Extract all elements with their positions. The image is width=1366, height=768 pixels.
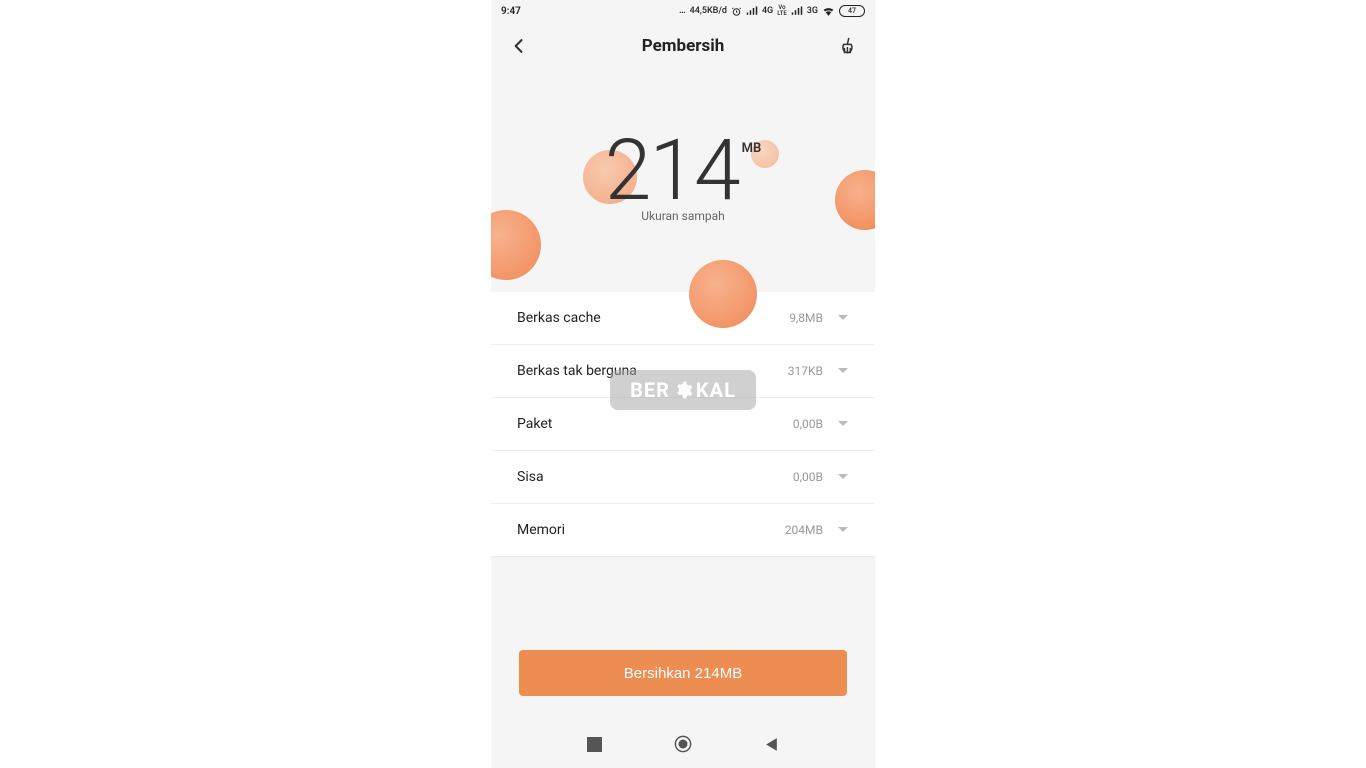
chevron-down-icon xyxy=(837,525,849,535)
junk-size-label: Ukuran sampah xyxy=(641,209,725,223)
row-cache[interactable]: Berkas cache 9,8MB xyxy=(491,292,875,345)
row-size: 0,00B xyxy=(793,417,823,431)
more-icon xyxy=(679,6,686,16)
page-title: Pembersih xyxy=(642,36,724,56)
signal-3g-icon xyxy=(791,6,803,16)
row-packages[interactable]: Paket 0,00B xyxy=(491,398,875,451)
row-label: Memori xyxy=(517,522,785,538)
back-button[interactable] xyxy=(509,36,529,56)
action-area: Bersihkan 214MB xyxy=(491,650,875,696)
row-label: Berkas tak berguna xyxy=(517,363,788,379)
decor-bubble xyxy=(491,210,541,280)
system-navbar xyxy=(491,720,875,768)
row-obsolete[interactable]: Berkas tak berguna 317KB xyxy=(491,345,875,398)
decor-bubble xyxy=(835,170,875,230)
status-data-rate: 44,5KB/d xyxy=(690,6,727,16)
signal-4g-icon xyxy=(746,6,758,16)
chevron-down-icon xyxy=(837,313,849,323)
chevron-down-icon xyxy=(837,472,849,482)
row-residual[interactable]: Sisa 0,00B xyxy=(491,451,875,504)
row-size: 0,00B xyxy=(793,470,823,484)
titlebar: Pembersih xyxy=(491,22,875,70)
row-label: Sisa xyxy=(517,469,793,485)
status-time: 9:47 xyxy=(501,6,521,17)
back-nav-button[interactable] xyxy=(764,737,779,752)
status-indicators: 44,5KB/d 4G VoLTE 3G 47 xyxy=(679,5,865,17)
chevron-down-icon xyxy=(837,366,849,376)
clean-button[interactable]: Bersihkan 214MB xyxy=(519,650,847,696)
hero: 214 MB Ukuran sampah xyxy=(491,60,875,292)
status-net-3g: 3G xyxy=(807,6,818,16)
junk-size-value: 214 xyxy=(605,129,739,213)
row-size: 317KB xyxy=(788,364,823,378)
status-bar: 9:47 44,5KB/d 4G VoLTE 3G xyxy=(491,0,875,22)
chevron-down-icon xyxy=(837,419,849,429)
cleanup-settings-button[interactable] xyxy=(837,36,857,56)
alarm-icon xyxy=(731,6,742,17)
category-list: Berkas cache 9,8MB Berkas tak berguna 31… xyxy=(491,292,875,557)
row-size: 9,8MB xyxy=(789,311,823,325)
lte-icon: VoLTE xyxy=(777,5,787,17)
junk-size-unit: MB xyxy=(742,141,762,156)
status-net-4g: 4G xyxy=(762,6,773,16)
decor-bubble xyxy=(689,260,757,328)
battery-icon: 47 xyxy=(839,5,865,17)
wifi-icon xyxy=(822,6,835,16)
row-memory[interactable]: Memori 204MB xyxy=(491,504,875,557)
row-size: 204MB xyxy=(785,523,823,537)
recents-button[interactable] xyxy=(587,737,602,752)
row-label: Paket xyxy=(517,416,793,432)
home-button[interactable] xyxy=(674,735,692,753)
phone-frame: 9:47 44,5KB/d 4G VoLTE 3G xyxy=(491,0,875,768)
